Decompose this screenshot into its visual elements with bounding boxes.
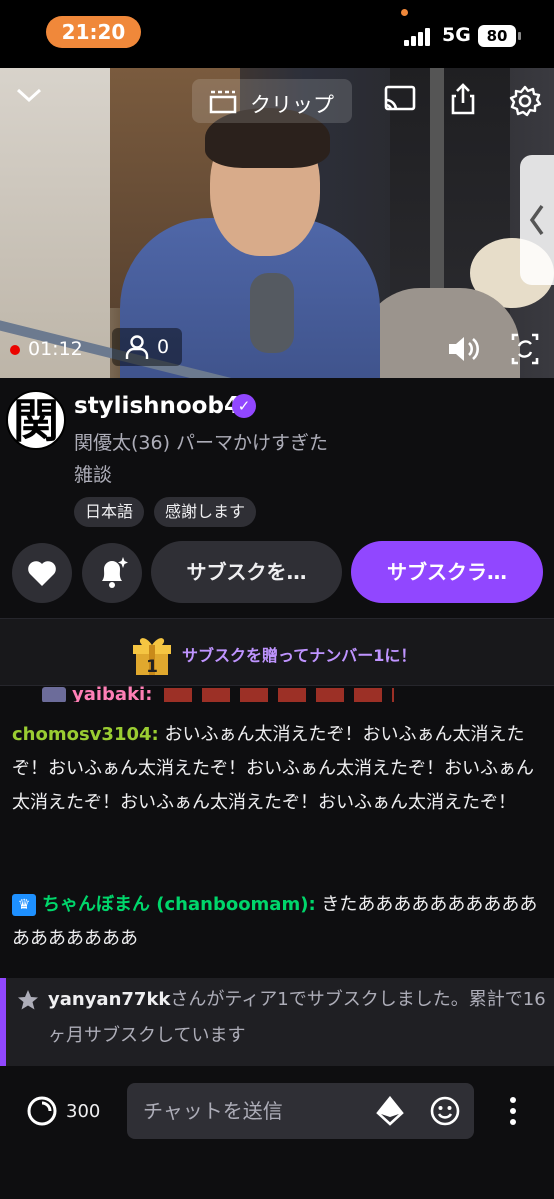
uptime-text: 01:12 xyxy=(28,338,83,360)
crown-badge-icon: ♛ xyxy=(12,894,36,916)
chat-message: ♛ ちゃんぼまん (chanboomam): きたああああああああああああああああ… xyxy=(12,888,544,956)
channel-points-count[interactable]: 300 xyxy=(66,1101,100,1122)
subscribe-button[interactable]: サブスクラ… xyxy=(351,541,543,603)
star-icon xyxy=(18,990,38,1010)
gift-badge-number: 1 xyxy=(146,657,158,677)
chat-username[interactable]: yaibaki: xyxy=(72,684,152,702)
tag-thanks[interactable]: 感謝します xyxy=(154,497,257,527)
gift-box-icon: 1 xyxy=(133,638,171,677)
cast-icon[interactable] xyxy=(382,84,418,116)
clapperboard-icon xyxy=(209,90,237,114)
follow-button[interactable] xyxy=(12,543,72,603)
tag-japanese[interactable]: 日本語 xyxy=(74,497,145,527)
volume-icon[interactable] xyxy=(446,334,480,364)
clip-label: クリップ xyxy=(250,93,334,117)
signal-icon xyxy=(404,26,434,46)
live-dot-icon xyxy=(10,344,20,355)
chat-input-box[interactable] xyxy=(127,1083,474,1139)
fullscreen-rotate-icon[interactable] xyxy=(510,332,540,366)
chevron-down-icon[interactable] xyxy=(14,82,44,108)
chat-message: yaibaki: xyxy=(42,678,554,702)
chat-username[interactable]: ちゃんぼまん (chanboomam): xyxy=(42,894,316,915)
network-type: 5G xyxy=(442,24,471,46)
stream-title: 関優太(36) パーマかけすぎた xyxy=(74,432,329,454)
person-icon xyxy=(125,335,149,359)
sub-notice-text: yanyan77kkさんがティア1でサブスクしました。累計で16ヶ月サブスクして… xyxy=(48,982,548,1054)
user-badge-icon xyxy=(42,687,66,702)
channel-points-icon[interactable] xyxy=(26,1095,58,1127)
video-scene-chair xyxy=(360,288,520,378)
video-scene-microphone xyxy=(250,273,294,353)
notification-button[interactable] xyxy=(82,543,142,603)
status-time: 21:20 xyxy=(46,16,141,48)
channel-avatar[interactable]: 関 xyxy=(6,390,66,450)
chevron-left-icon xyxy=(529,204,544,236)
stream-uptime: 01:12 xyxy=(10,338,83,360)
privacy-indicator-dot xyxy=(401,9,408,16)
bits-icon[interactable] xyxy=(375,1096,405,1126)
chat-message: chomosv3104: おいふぁん太消えたぞ！おいふぁん太消えたぞ！おいふぁん… xyxy=(12,718,544,820)
share-icon[interactable] xyxy=(450,82,476,116)
stream-category[interactable]: 雑談 xyxy=(74,460,112,487)
gift-sub-button[interactable]: サブスクを… xyxy=(151,541,342,603)
channel-name[interactable]: stylishnoob4 xyxy=(74,393,240,419)
bell-sparkle-icon xyxy=(102,557,128,588)
clip-button[interactable]: クリップ xyxy=(192,79,352,123)
emote-smiley-icon[interactable] xyxy=(429,1095,461,1127)
battery-icon: 80 xyxy=(478,25,516,47)
viewer-count-text: 0 xyxy=(157,336,170,358)
gift-banner-text: サブスクを贈ってナンバー1に！ xyxy=(182,646,417,665)
status-bar: 21:20 5G 80 xyxy=(0,0,554,68)
more-options-icon[interactable] xyxy=(506,1096,520,1126)
verified-badge-icon: ✓ xyxy=(232,394,256,418)
emote-row xyxy=(164,688,395,702)
battery-tip xyxy=(518,32,521,40)
chat-input[interactable] xyxy=(143,1083,363,1139)
settings-gear-icon[interactable] xyxy=(508,84,542,118)
viewer-count[interactable]: 0 xyxy=(112,328,182,366)
sub-notice-username[interactable]: yanyan77kk xyxy=(48,989,170,1010)
side-panel-toggle[interactable] xyxy=(520,155,554,285)
heart-icon xyxy=(28,561,56,586)
chat-username[interactable]: chomosv3104: xyxy=(12,724,159,745)
